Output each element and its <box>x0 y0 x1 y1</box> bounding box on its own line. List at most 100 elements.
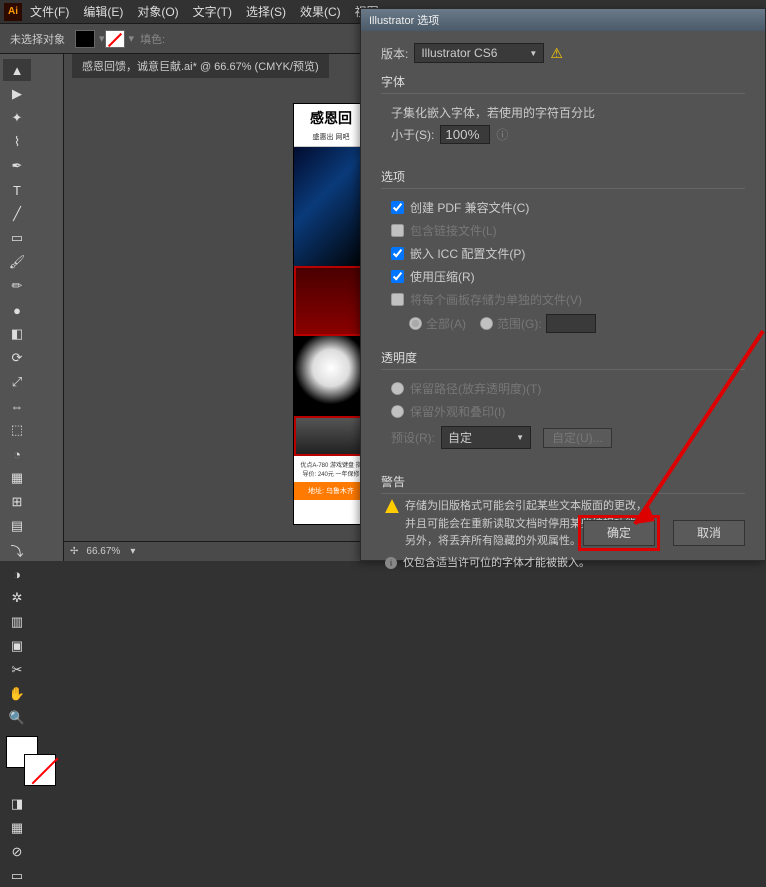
warning-icon: ⚠ <box>550 45 563 62</box>
info-icon: i <box>385 557 397 569</box>
font-subset-label: 子集化嵌入字体，若使用的字符百分比 <box>391 104 745 121</box>
artwork-image-keyboard2 <box>294 416 368 456</box>
width-tool[interactable]: ⇔ <box>3 395 31 417</box>
chevron-down-icon: ▼ <box>516 433 524 442</box>
app-logo: Ai <box>4 3 22 21</box>
blend-tool[interactable]: ◑ <box>3 563 31 585</box>
cancel-button[interactable]: 取消 <box>673 520 745 546</box>
zoom-level[interactable]: 66.67% <box>86 546 120 557</box>
dialog-title: Illustrator 选项 <box>361 9 765 31</box>
artboard-tool[interactable]: ▣ <box>3 635 31 657</box>
radio-all-label: 全部(A) <box>426 315 466 332</box>
gradient-tool[interactable]: ▤ <box>3 515 31 537</box>
artwork-footer: 地址: 乌鲁木齐 <box>294 482 368 500</box>
shape-builder-tool[interactable]: ◔ <box>3 443 31 465</box>
slice-tool[interactable]: ✂ <box>3 659 31 681</box>
brush-tool[interactable]: 🖌 <box>3 251 31 273</box>
document-tab[interactable]: 感恩回馈，诚意巨献.ai* @ 66.67% (CMYK/预览) <box>72 54 329 78</box>
warning-section-title: 警告 <box>381 473 745 494</box>
version-select[interactable]: Illustrator CS6 ▼ <box>414 43 544 63</box>
chevron-down-icon: ▼ <box>529 49 537 58</box>
artwork-subtitle: 盛惠出 网吧 <box>294 132 368 146</box>
rotate-tool[interactable]: ⟳ <box>3 347 31 369</box>
color-mode-icon[interactable]: ◨ <box>3 793 31 815</box>
option-compression[interactable] <box>391 270 404 283</box>
color-picker[interactable] <box>6 736 56 786</box>
trans-preserve-appearance <box>391 405 404 418</box>
eyedropper-tool[interactable]: ⤵ <box>3 539 31 561</box>
option-include-linked <box>391 224 404 237</box>
radio-range-label: 范围(G): <box>497 315 542 332</box>
fill-label: 填色: <box>140 31 165 47</box>
warning-text-1: 存储为旧版格式可能会引起某些文本版面的更改， <box>405 500 647 512</box>
none-mode-icon[interactable]: ⊘ <box>3 841 31 863</box>
option-artboards-label: 将每个画板存储为单独的文件(V) <box>410 291 582 308</box>
rectangle-tool[interactable]: ▭ <box>3 227 31 249</box>
font-section-title: 字体 <box>381 73 745 94</box>
zoom-dropdown-icon[interactable]: ▾ <box>130 546 135 557</box>
preset-value: 自定 <box>448 429 472 446</box>
menu-effect[interactable]: 效果(C) <box>300 3 341 20</box>
ok-button[interactable]: 确定 <box>583 520 655 546</box>
menu-type[interactable]: 文字(T) <box>193 3 232 20</box>
type-tool[interactable]: T <box>3 179 31 201</box>
menu-select[interactable]: 选择(S) <box>246 3 286 20</box>
option-embed-icc[interactable] <box>391 247 404 260</box>
option-icc-label: 嵌入 ICC 配置文件(P) <box>410 245 525 262</box>
selection-status: 未选择对象 <box>10 31 65 47</box>
graph-tool[interactable]: ▥ <box>3 611 31 633</box>
eraser-tool[interactable]: ◧ <box>3 323 31 345</box>
trans1-label: 保留路径(放弃透明度)(T) <box>410 380 541 397</box>
custom-button: 自定(U)... <box>543 428 612 448</box>
toolbar: ▲ ▶ ✦ ⌇ ✒ T ╱ ▭ 🖌 ✏ ● ◧ ⟳ ⤢ ⇔ ⬚ ◔ ▦ ⊞ ▤ … <box>0 54 64 561</box>
zoom-mode-icon[interactable]: ✢ <box>70 546 78 557</box>
trans-preserve-paths <box>391 382 404 395</box>
artwork-headline: 感恩回 <box>294 104 368 132</box>
magic-wand-tool[interactable]: ✦ <box>3 107 31 129</box>
option-pdf-compatible[interactable] <box>391 201 404 214</box>
menu-edit[interactable]: 编辑(E) <box>83 3 123 20</box>
background-color[interactable] <box>24 754 56 786</box>
pen-tool[interactable]: ✒ <box>3 155 31 177</box>
trans2-label: 保留外观和叠印(I) <box>410 403 505 420</box>
pencil-tool[interactable]: ✏ <box>3 275 31 297</box>
free-transform-tool[interactable]: ⬚ <box>3 419 31 441</box>
radio-range <box>480 317 493 330</box>
lasso-tool[interactable]: ⌇ <box>3 131 31 153</box>
perspective-tool[interactable]: ▦ <box>3 467 31 489</box>
zoom-tool[interactable]: 🔍 <box>3 707 31 729</box>
artwork-image-mouse <box>294 336 368 416</box>
less-than-input[interactable] <box>440 125 490 144</box>
artwork-image-keyboard <box>294 266 368 336</box>
option-linked-label: 包含链接文件(L) <box>410 222 497 239</box>
stroke-swatch[interactable] <box>105 30 125 48</box>
fill-swatch[interactable] <box>75 30 95 48</box>
mesh-tool[interactable]: ⊞ <box>3 491 31 513</box>
line-tool[interactable]: ╱ <box>3 203 31 225</box>
menu-file[interactable]: 文件(F) <box>30 3 69 20</box>
radio-all <box>409 317 422 330</box>
range-input <box>546 314 596 333</box>
version-label: 版本: <box>381 45 408 62</box>
symbol-sprayer-tool[interactable]: ✲ <box>3 587 31 609</box>
info-icon: ⓘ <box>496 126 508 143</box>
version-value: Illustrator CS6 <box>421 46 497 60</box>
menu-object[interactable]: 对象(O) <box>137 3 178 20</box>
option-separate-artboards <box>391 293 404 306</box>
blob-brush-tool[interactable]: ● <box>3 299 31 321</box>
gradient-mode-icon[interactable]: ▦ <box>3 817 31 839</box>
options-section-title: 选项 <box>381 168 745 189</box>
screen-mode-icon[interactable]: ▭ <box>3 865 31 887</box>
artwork-product-info: 优点A-780 游戏键盘 指导价: 240元 一年保修 <box>294 456 368 482</box>
hand-tool[interactable]: ✋ <box>3 683 31 705</box>
warning-icon <box>385 499 399 513</box>
direct-selection-tool[interactable]: ▶ <box>3 83 31 105</box>
selection-tool[interactable]: ▲ <box>3 59 31 81</box>
option-pdf-label: 创建 PDF 兼容文件(C) <box>410 199 529 216</box>
option-compress-label: 使用压缩(R) <box>410 268 475 285</box>
artwork-image-lightning <box>294 146 368 266</box>
preset-label: 预设(R): <box>391 429 435 446</box>
scale-tool[interactable]: ⤢ <box>3 371 31 393</box>
less-than-label: 小于(S): <box>391 126 434 143</box>
transparency-section-title: 透明度 <box>381 349 745 370</box>
